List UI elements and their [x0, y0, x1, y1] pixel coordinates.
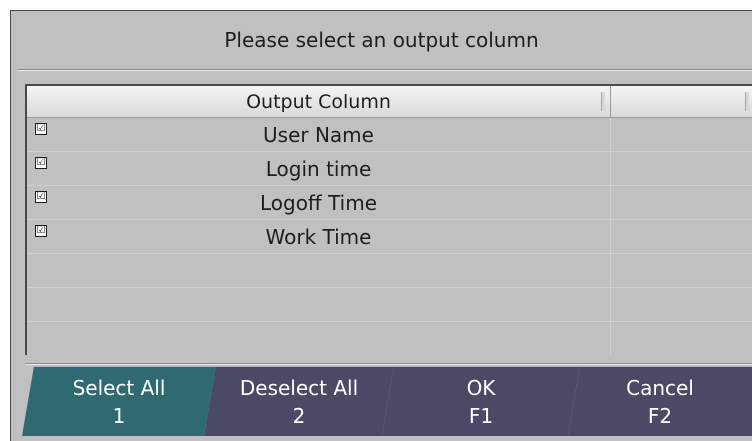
column-divider — [610, 288, 611, 322]
button-key: 1 — [112, 403, 126, 428]
button-label: Deselect All — [239, 375, 359, 400]
grid-header: Output Column — [27, 86, 752, 118]
table-row[interactable]: ☑ Login time — [27, 152, 752, 186]
button-label: Select All — [72, 375, 166, 400]
function-key-bar: Select All 1 Deselect All 2 OK F1 Cancel… — [10, 366, 752, 436]
table-row[interactable]: ☑ Logoff Time — [27, 186, 752, 220]
row-label: User Name — [263, 123, 374, 147]
column-divider — [610, 118, 611, 152]
button-key: F2 — [647, 403, 673, 428]
grid-bottom-divider — [25, 363, 752, 365]
cancel-button[interactable]: Cancel F2 — [568, 366, 752, 436]
button-key: 2 — [292, 403, 306, 428]
button-label: OK — [466, 375, 496, 400]
column-divider — [610, 322, 611, 354]
table-row-empty — [27, 288, 752, 322]
column-divider — [610, 152, 611, 186]
table-row[interactable]: ☑ User Name — [27, 118, 752, 152]
output-column-grid[interactable]: Output Column ☑ User Name ☑ Login time ☑… — [25, 84, 752, 355]
row-label: Work Time — [265, 225, 372, 249]
title-divider — [17, 69, 752, 71]
table-row-empty — [27, 322, 752, 354]
button-label: Cancel — [626, 375, 694, 400]
button-key: F1 — [468, 403, 494, 428]
deselect-all-button[interactable]: Deselect All 2 — [204, 366, 394, 436]
grid-rows: ☑ User Name ☑ Login time ☑ Logoff Time ☑… — [27, 118, 752, 354]
column-divider — [610, 220, 611, 254]
ok-button[interactable]: OK F1 — [382, 366, 580, 436]
table-row-empty — [27, 254, 752, 288]
select-all-button[interactable]: Select All 1 — [22, 366, 216, 436]
column-resize-handle[interactable] — [601, 92, 605, 111]
row-label: Login time — [265, 157, 372, 181]
header-extra-column[interactable] — [611, 86, 752, 117]
column-resize-handle[interactable] — [745, 92, 749, 111]
table-row[interactable]: ☑ Work Time — [27, 220, 752, 254]
dialog-title: Please select an output column — [224, 28, 539, 52]
row-label: Logoff Time — [259, 191, 378, 215]
column-divider — [610, 186, 611, 220]
column-divider — [610, 254, 611, 288]
header-output-column[interactable]: Output Column — [27, 86, 611, 117]
